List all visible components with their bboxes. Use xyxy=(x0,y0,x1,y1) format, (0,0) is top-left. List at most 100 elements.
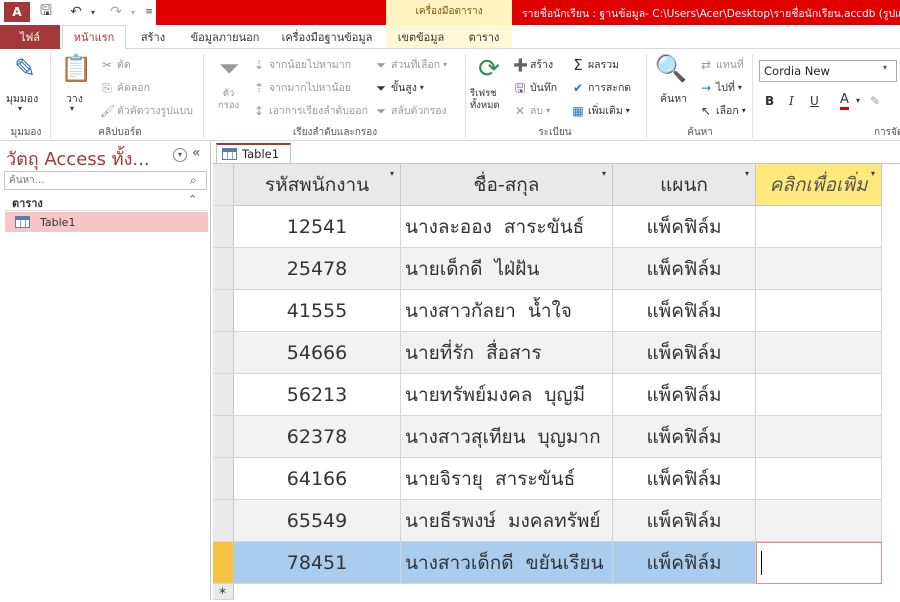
redo-dropdown-icon[interactable]: ▾ xyxy=(128,2,138,22)
copy-button[interactable]: ⎘ คัดลอก xyxy=(100,79,150,96)
paste-button[interactable]: วาง xyxy=(66,90,83,107)
replace-button[interactable]: ⇄ แทนที่ xyxy=(699,56,744,73)
cell-employee-id[interactable]: 65549 xyxy=(234,500,401,542)
view-button[interactable]: มุมมอง xyxy=(6,90,38,107)
cell-department[interactable]: แพ็คฟิล์ม xyxy=(613,248,756,290)
undo-icon[interactable]: ↶ xyxy=(66,2,86,22)
row-selector[interactable] xyxy=(213,374,234,416)
tab-file[interactable]: ไฟล์ xyxy=(0,25,60,49)
cell-full-name[interactable]: นางสาวสุเทียน บุญมาก xyxy=(401,416,613,458)
tab-database-tools[interactable]: เครื่องมือฐานข้อมูล xyxy=(272,25,382,49)
cell-full-name[interactable]: นายธีรพงษ์ มงคลทรัพย์ xyxy=(401,500,613,542)
save-record-button[interactable]: 🖫 บันทึก xyxy=(513,79,557,96)
cell-employee-id[interactable]: 12541 xyxy=(234,206,401,248)
delete-record-button[interactable]: ✕ ลบ ▾ xyxy=(513,102,550,119)
row-selector[interactable] xyxy=(213,248,234,290)
refresh-all-button[interactable]: รีเฟรช ทั้งหมด xyxy=(470,88,500,112)
toggle-filter-button[interactable]: ⏷ สลับตัวกรอง xyxy=(374,102,446,119)
view-dropdown-icon[interactable]: ▾ xyxy=(18,104,22,113)
cell-full-name[interactable]: นายจิรายุ สาระขันธ์ xyxy=(401,458,613,500)
column-header-full-name[interactable]: ชื่อ-สกุล ▾ xyxy=(401,164,613,206)
row-selector[interactable] xyxy=(213,206,234,248)
cell-new-field[interactable] xyxy=(756,458,882,500)
cell-department[interactable]: แพ็คฟิล์ม xyxy=(613,542,756,584)
cell-employee-id[interactable]: 64166 xyxy=(234,458,401,500)
cell-employee-id[interactable]: 54666 xyxy=(234,332,401,374)
cell-department[interactable]: แพ็คฟิล์ม xyxy=(613,332,756,374)
find-button[interactable]: ค้นหา xyxy=(660,90,687,107)
row-selector[interactable] xyxy=(213,332,234,374)
column-dropdown-icon[interactable]: ▾ xyxy=(390,169,394,178)
format-painter-button[interactable]: 🖌 ตัวคัดวางรูปแบบ xyxy=(100,102,193,119)
cell-full-name[interactable]: นางสาวกัลยา น้ำใจ xyxy=(401,290,613,332)
select-all-corner[interactable] xyxy=(213,164,234,206)
cell-employee-id[interactable]: 62378 xyxy=(234,416,401,458)
row-selector[interactable] xyxy=(213,500,234,542)
bold-button[interactable]: B xyxy=(765,94,774,108)
paste-icon[interactable]: 📋 xyxy=(60,54,92,84)
cell-full-name[interactable]: นายที่รัก สื่อสาร xyxy=(401,332,613,374)
remove-sort-button[interactable]: ↕ เอาการเรียงลำดับออก xyxy=(252,102,368,119)
cell-employee-id[interactable]: 56213 xyxy=(234,374,401,416)
cell-new-field[interactable] xyxy=(756,248,882,290)
refresh-icon[interactable]: ⟳ xyxy=(474,54,504,84)
chevron-up-icon[interactable]: ⌃ xyxy=(188,193,197,206)
cell-department[interactable]: แพ็คฟิล์ม xyxy=(613,290,756,332)
column-header-employee-id[interactable]: รหัสพนักงาน ▾ xyxy=(234,164,401,206)
column-dropdown-icon[interactable]: ▾ xyxy=(871,169,875,178)
cell-full-name[interactable]: นางละออง สาระขันธ์ xyxy=(401,206,613,248)
column-header-click-to-add[interactable]: คลิกเพื่อเพิ่ม ▾ xyxy=(756,164,882,206)
nav-collapse-icon[interactable]: « xyxy=(192,145,201,161)
column-header-department[interactable]: แผนก ▾ xyxy=(613,164,756,206)
binoculars-icon[interactable]: 🔍 xyxy=(654,54,688,84)
access-app-icon[interactable]: A xyxy=(4,2,30,22)
search-icon[interactable]: ⌕ xyxy=(190,173,197,188)
font-dropdown-icon[interactable]: ▾ xyxy=(883,63,887,72)
goto-button[interactable]: → ไปที่ ▾ xyxy=(699,79,742,96)
selection-button[interactable]: ⏷ ส่วนที่เลือก ▾ xyxy=(374,56,447,73)
spelling-button[interactable]: ✔ การสะกด xyxy=(571,79,631,96)
cell-employee-id[interactable]: 25478 xyxy=(234,248,401,290)
nav-item-table1[interactable]: Table1 xyxy=(5,212,208,232)
tab-create[interactable]: สร้าง xyxy=(128,25,178,49)
more-button[interactable]: ▦ เพิ่มเติม ▾ xyxy=(571,102,629,119)
undo-dropdown-icon[interactable]: ▾ xyxy=(88,2,98,22)
column-dropdown-icon[interactable]: ▾ xyxy=(745,169,749,178)
nav-search-input[interactable] xyxy=(4,171,207,190)
advanced-filter-button[interactable]: ⏷ ขั้นสูง ▾ xyxy=(374,79,424,96)
font-color-button[interactable]: A xyxy=(840,93,849,110)
cell-new-field[interactable] xyxy=(756,332,882,374)
cell-employee-id[interactable]: 78451 xyxy=(234,542,401,584)
filter-icon[interactable]: ⏷ xyxy=(212,54,246,84)
column-dropdown-icon[interactable]: ▾ xyxy=(602,169,606,178)
sort-descending-button[interactable]: ⇡ จากมากไปหาน้อย xyxy=(252,79,351,96)
cell-department[interactable]: แพ็คฟิล์ม xyxy=(613,500,756,542)
cell-employee-id[interactable]: 41555 xyxy=(234,290,401,332)
highlight-icon[interactable]: ✎ xyxy=(870,94,880,108)
nav-menu-dropdown-icon[interactable]: ▾ xyxy=(173,148,187,162)
cell-department[interactable]: แพ็คฟิล์ม xyxy=(613,458,756,500)
cell-new-field[interactable] xyxy=(756,542,882,584)
cell-department[interactable]: แพ็คฟิล์ม xyxy=(613,206,756,248)
cell-new-field[interactable] xyxy=(756,500,882,542)
underline-button[interactable]: U xyxy=(810,94,819,108)
document-tab-table1[interactable]: Table1 xyxy=(216,143,291,163)
cell-full-name[interactable]: นางสาวเด็กดี ขยันเรียน xyxy=(401,542,613,584)
tab-table[interactable]: ตาราง xyxy=(456,25,512,49)
cut-button[interactable]: ✂ ตัด xyxy=(100,56,131,73)
font-color-dropdown-icon[interactable]: ▾ xyxy=(856,96,860,105)
save-icon[interactable]: 🖫 xyxy=(36,2,56,22)
paste-dropdown-icon[interactable]: ▾ xyxy=(70,104,74,113)
select-button[interactable]: ↖ เลือก ▾ xyxy=(699,102,746,119)
redo-icon[interactable]: ↷ xyxy=(106,2,126,22)
totals-button[interactable]: Σ ผลรวม xyxy=(571,56,619,73)
cell-department[interactable]: แพ็คฟิล์ม xyxy=(613,416,756,458)
cell-department[interactable]: แพ็คฟิล์ม xyxy=(613,374,756,416)
row-selector[interactable] xyxy=(213,416,234,458)
cell-full-name[interactable]: นายทรัพย์มงคล บุญมี xyxy=(401,374,613,416)
font-name-combobox[interactable]: Cordia New xyxy=(759,60,897,82)
row-selector[interactable] xyxy=(213,290,234,332)
cell-full-name[interactable]: นายเด็กดี ไฝ่ฝัน xyxy=(401,248,613,290)
cell-new-field[interactable] xyxy=(756,374,882,416)
new-record-button[interactable]: ➕ สร้าง xyxy=(513,56,553,73)
